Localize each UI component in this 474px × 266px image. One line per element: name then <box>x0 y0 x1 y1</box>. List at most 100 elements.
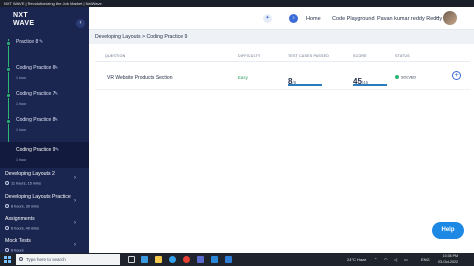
clock-icon <box>5 204 9 208</box>
chevron-right-icon: › <box>74 220 76 226</box>
language-indicator[interactable]: ENG <box>421 253 430 266</box>
section-duration-text: 8 hours, 30 mins <box>11 204 40 209</box>
taskbar-search-placeholder: Type here to search <box>26 257 66 262</box>
difficulty-label: Easy <box>238 75 248 80</box>
file-explorer-icon[interactable] <box>155 256 162 263</box>
completed-dot-icon <box>6 119 11 124</box>
question-title[interactable]: VR Website Products Section <box>107 75 173 81</box>
window-title-bar: NXT WAVE | Revolutionizing the Job Marke… <box>0 0 474 7</box>
test-cases-passed: 8/8 <box>288 71 296 89</box>
store-icon[interactable] <box>197 256 204 263</box>
completed-dot-icon <box>6 67 11 72</box>
taskbar-search-input[interactable]: Type here to search <box>16 254 120 265</box>
column-header-status: STATUS <box>395 54 410 58</box>
sidebar-item-duration: 1 hour <box>16 76 27 80</box>
pencil-icon: ✎ <box>54 65 59 71</box>
score: 45/45 <box>353 71 368 89</box>
tray-chevron-up-icon[interactable]: ⌃ <box>374 253 377 266</box>
sidebar-item-coding-practice-8[interactable]: Coding Practice 8 ✎ 1 hour <box>0 112 89 138</box>
battery-icon[interactable]: ▭ <box>404 253 408 266</box>
status-text: SOLVED <box>401 75 417 80</box>
section-duration: 6 hours <box>5 248 24 253</box>
avatar[interactable] <box>443 11 457 25</box>
sidebar-section-assignments[interactable]: Assignments 6 hours, 40 mins › <box>0 213 89 235</box>
clock-icon <box>5 248 9 252</box>
windows-taskbar: Type here to search 24°C Haze ⌃ ◠ ◁ ▭ EN… <box>0 253 474 266</box>
flame-icon[interactable]: ✦ <box>263 14 272 23</box>
edge-icon[interactable] <box>169 256 176 263</box>
nav-code-playground-link[interactable]: Code Playground <box>332 16 375 22</box>
window-title: NXT WAVE | Revolutionizing the Job Marke… <box>4 1 102 6</box>
add-icon[interactable]: + <box>452 71 461 80</box>
column-header-difficulty: DIFFICULTY <box>238 54 261 58</box>
table-row[interactable]: VR Website Products Section Easy 8/8 45/… <box>95 65 470 90</box>
windows-start-icon[interactable] <box>4 256 11 263</box>
section-title: Mock Tests <box>5 238 31 244</box>
pencil-icon: ✎ <box>54 117 59 123</box>
logo-line-2: WAVE <box>13 20 35 27</box>
column-header-score: SCORE <box>353 54 367 58</box>
weather-widget-icon[interactable] <box>141 256 148 263</box>
vscode-icon[interactable] <box>225 256 232 263</box>
chevron-down-icon[interactable]: ⌄ <box>435 14 440 20</box>
completed-dot-icon <box>6 93 11 98</box>
bell-icon[interactable]: ♪ <box>289 14 298 23</box>
clock-icon <box>5 181 9 185</box>
clock-date: 03-Oct-2022 <box>438 259 458 264</box>
chevron-right-icon: › <box>74 175 76 181</box>
system-clock[interactable]: 10:36 PM 03-Oct-2022 <box>438 254 458 265</box>
mail-icon[interactable] <box>211 256 218 263</box>
volume-icon[interactable]: ◁ <box>394 253 397 266</box>
section-title: Developing Layouts 2 <box>5 171 55 177</box>
sidebar-item-coding-practice-6[interactable]: Coding Practice 6 ✎ 1 hour <box>0 60 89 86</box>
task-view-icon[interactable] <box>128 256 135 263</box>
sidebar-item-practice-8[interactable]: Practice 8 ✎ <box>0 34 89 60</box>
search-icon <box>19 257 23 261</box>
status-badge: SOLVED <box>395 75 416 80</box>
user-name[interactable]: Pavan kumar reddy Reddy <box>377 16 442 22</box>
sidebar-item-coding-practice-9[interactable]: Coding Practice 9 ✎ 1 hour <box>0 142 89 168</box>
sidebar-section-developing-layouts-2[interactable]: Developing Layouts 2 11 hours, 15 mins › <box>0 168 89 190</box>
section-duration: 6 hours, 40 mins <box>5 226 39 231</box>
column-header-test-cases: TEST CASES PASSED <box>288 54 330 58</box>
section-duration-text: 6 hours, 40 mins <box>11 226 40 231</box>
pencil-icon: ✎ <box>39 39 44 45</box>
check-circle-icon <box>395 75 399 79</box>
section-duration: 11 hours, 15 mins <box>5 181 41 186</box>
collapse-sidebar-button[interactable]: ‹ <box>76 19 85 28</box>
tests-progress-bar <box>288 84 322 86</box>
column-header-question: QUESTION <box>105 54 126 58</box>
breadcrumb[interactable]: Developing Layouts > Coding Practice 9 <box>89 30 474 44</box>
chevron-right-icon: › <box>74 198 76 204</box>
table-header: QUESTION DIFFICULTY TEST CASES PASSED SC… <box>95 54 470 62</box>
pencil-icon: ✎ <box>55 147 60 153</box>
questions-panel: QUESTION DIFFICULTY TEST CASES PASSED SC… <box>89 44 474 253</box>
help-button[interactable]: Help <box>432 222 464 239</box>
chevron-right-icon: › <box>74 242 76 248</box>
sidebar-item-label: Coding Practice 7 <box>16 91 56 97</box>
section-title: Developing Layouts Practice <box>5 194 71 200</box>
weather-tray-text[interactable]: 24°C Haze <box>347 253 366 266</box>
sidebar-item-duration: 1 hour <box>16 128 27 132</box>
section-duration: 8 hours, 30 mins <box>5 204 39 209</box>
section-title: Assignments <box>5 216 35 222</box>
top-bar: ✦ ♪ Home Code Playground Pavan kumar red… <box>89 7 474 30</box>
nxtwave-logo[interactable]: NXT WAVE <box>13 12 34 28</box>
chrome-icon[interactable] <box>183 256 190 263</box>
sidebar-item-duration: 1 hour <box>16 102 27 106</box>
section-duration-text: 11 hours, 15 mins <box>11 181 41 186</box>
sidebar-item-label: Coding Practice 8 <box>16 117 56 123</box>
completed-dot-icon <box>6 41 11 46</box>
sidebar: NXT WAVE ‹ Practice 8 ✎ Coding Practice … <box>0 7 89 253</box>
nav-home-link[interactable]: Home <box>306 16 321 22</box>
section-duration-text: 6 hours <box>11 248 24 253</box>
logo-line-1: NXT <box>13 12 28 19</box>
pencil-icon: ✎ <box>54 91 59 97</box>
sidebar-section-developing-layouts-practice[interactable]: Developing Layouts Practice 8 hours, 30 … <box>0 191 89 213</box>
clock-icon <box>5 226 9 230</box>
sidebar-item-duration: 1 hour <box>16 158 27 162</box>
sidebar-item-label: Coding Practice 6 <box>16 65 56 71</box>
sidebar-item-coding-practice-7[interactable]: Coding Practice 7 ✎ 1 hour <box>0 86 89 112</box>
wifi-icon[interactable]: ◠ <box>384 253 388 266</box>
sidebar-item-label: Practice 8 <box>16 39 39 45</box>
